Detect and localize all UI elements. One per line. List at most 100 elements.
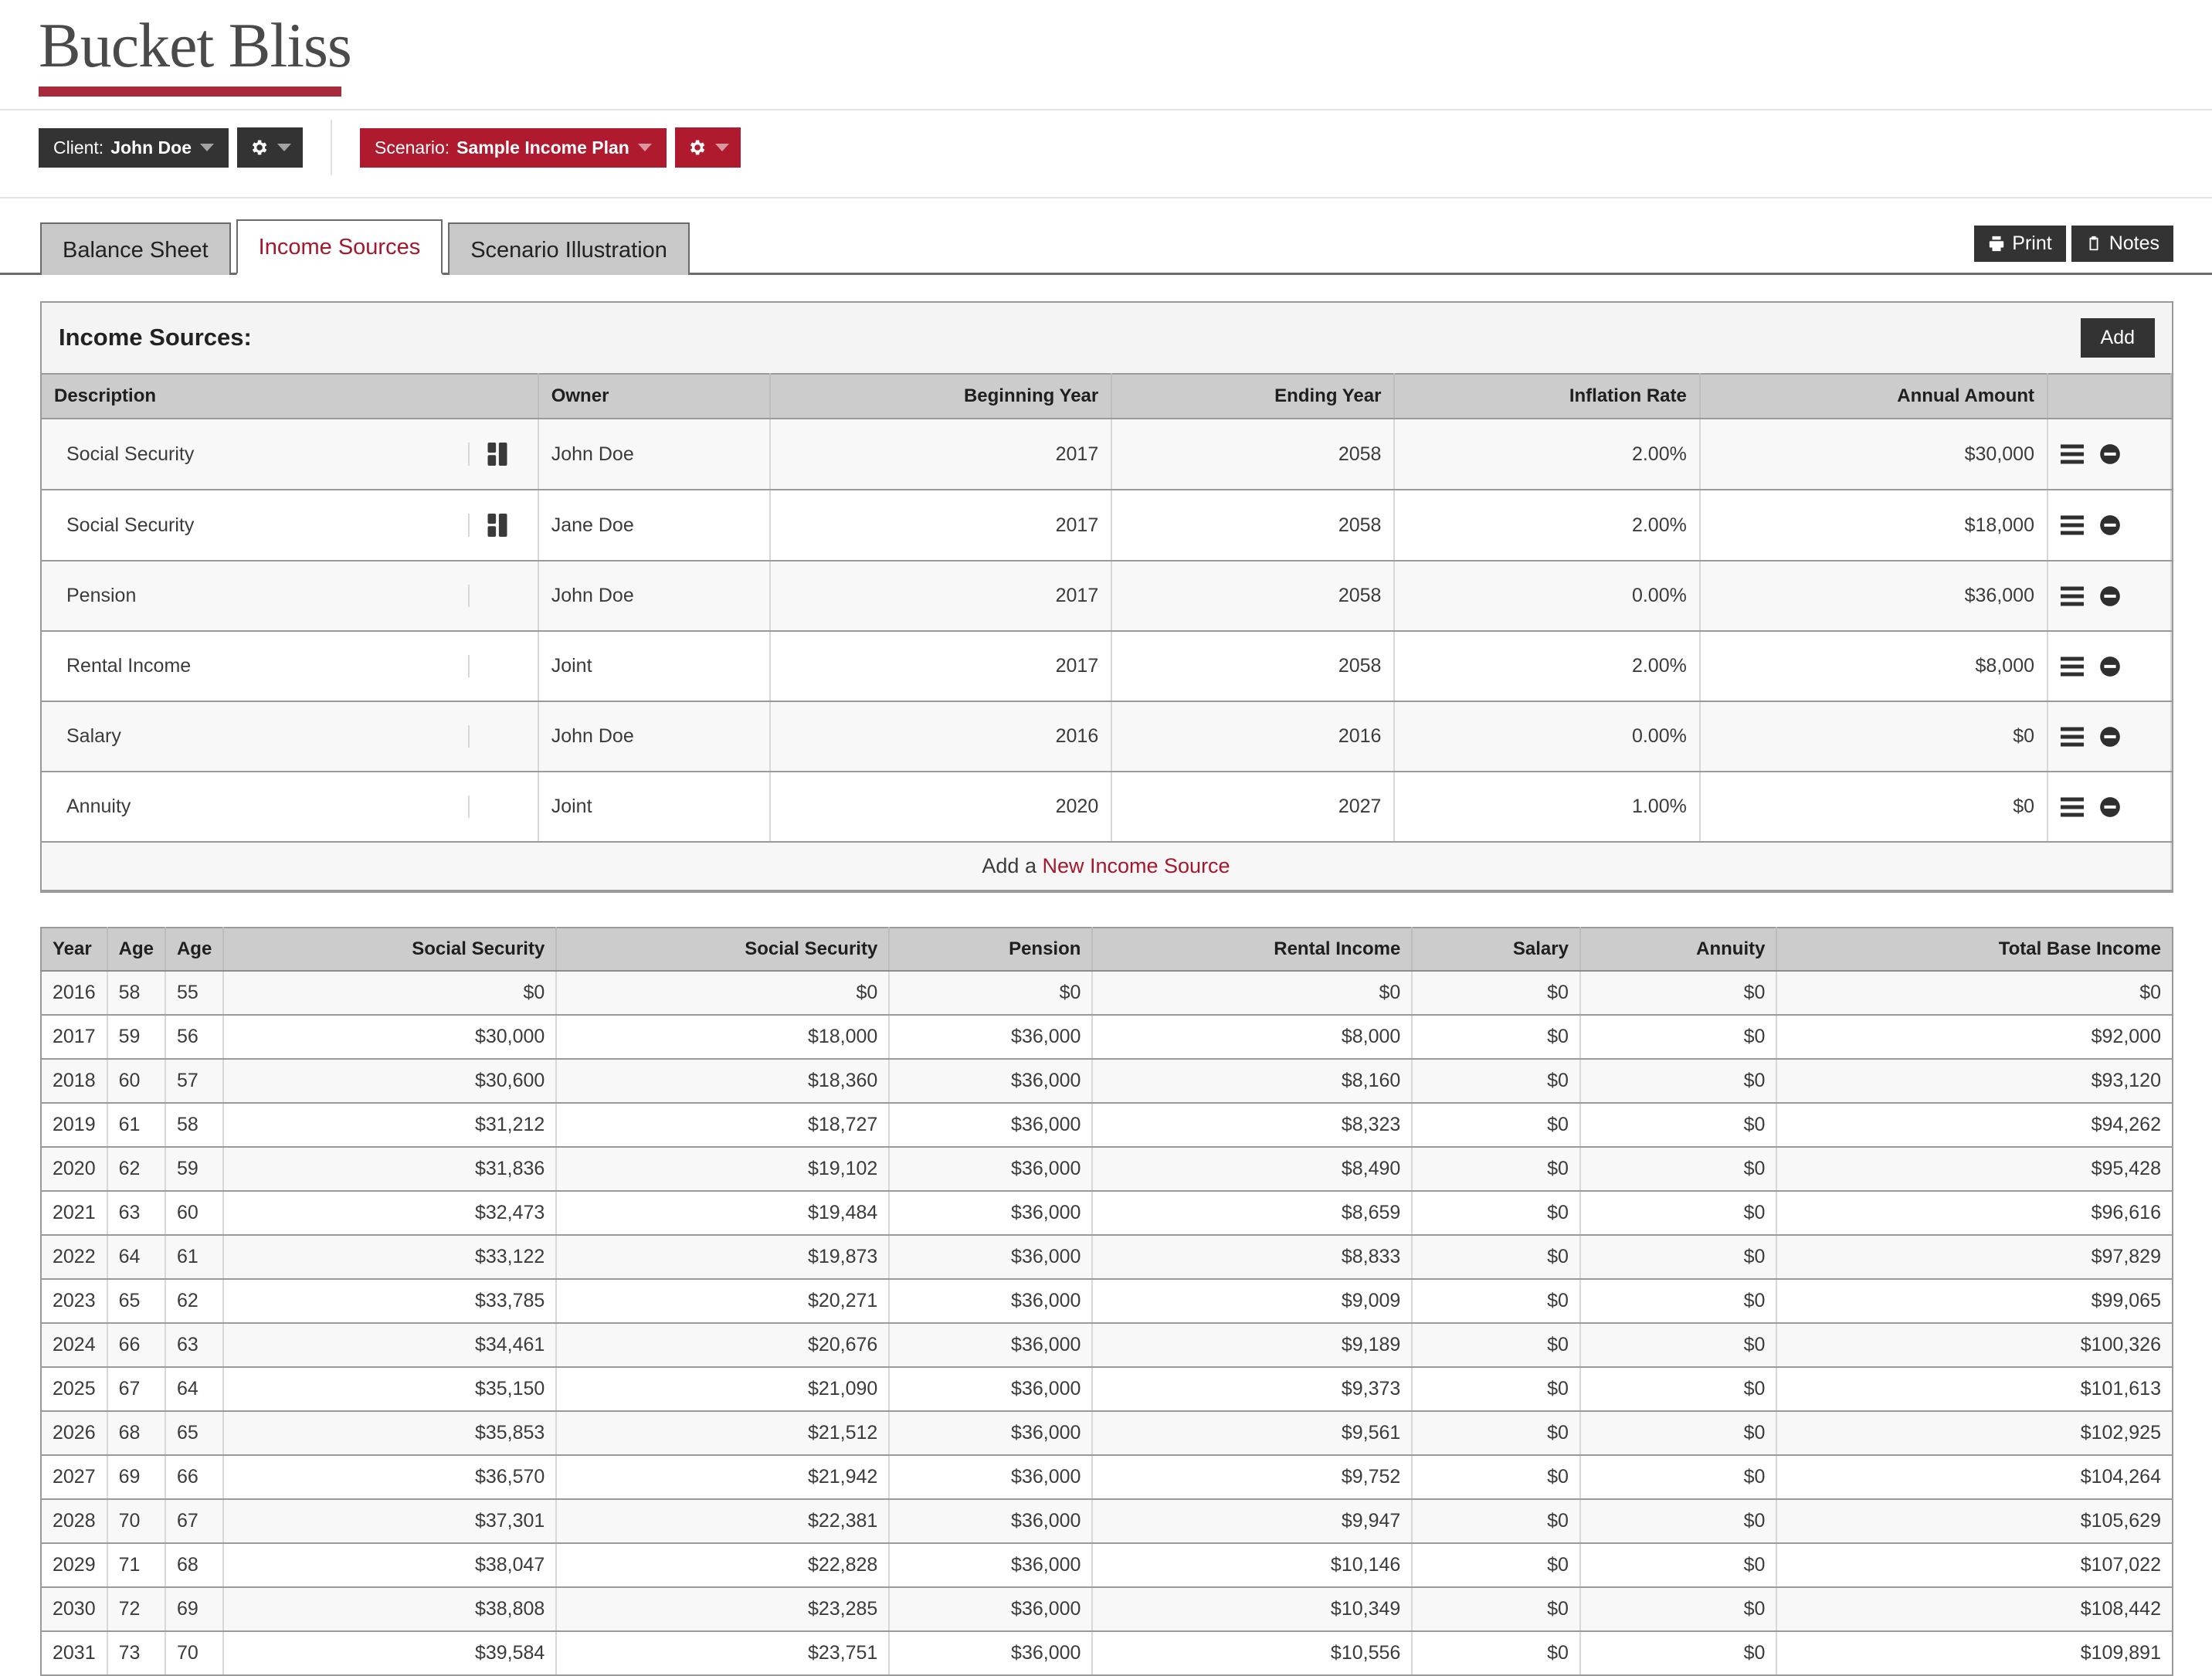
projection-cell: $108,442 — [1776, 1587, 2173, 1631]
projection-cell: $0 — [1412, 1191, 1580, 1235]
projection-cell: $94,262 — [1776, 1103, 2173, 1147]
projection-cell: $92,000 — [1776, 1015, 2173, 1059]
projection-cell: $0 — [1412, 1631, 1580, 1675]
cell-ending-year: 2058 — [1111, 561, 1394, 631]
projection-cell: $0 — [1412, 971, 1580, 1015]
bars-icon[interactable] — [2061, 586, 2084, 606]
income-source-row[interactable]: Social SecurityJohn Doe201720582.00%$30,… — [42, 419, 2171, 490]
projection-cell: $36,000 — [889, 1015, 1092, 1059]
projection-row: 20276966$36,570$21,942$36,000$9,752$0$0$… — [41, 1455, 2173, 1499]
projection-cell: $0 — [1776, 971, 2173, 1015]
notes-button[interactable]: Notes — [2071, 226, 2173, 262]
cell-row-actions — [2047, 631, 2171, 701]
calculator-icon-placeholder — [468, 585, 525, 607]
projection-tbody: 20165855$0$0$0$0$0$0$020175956$30,000$18… — [41, 971, 2173, 1675]
projection-cell: $22,828 — [556, 1543, 889, 1587]
calculator-icon-placeholder — [468, 725, 525, 748]
projection-cell: $0 — [223, 971, 556, 1015]
projection-cell: $36,000 — [889, 1499, 1092, 1543]
client-settings-button[interactable] — [237, 127, 303, 168]
projection-cell: $0 — [1580, 971, 1777, 1015]
projection-cell: $8,323 — [1092, 1103, 1412, 1147]
projection-row: 20297168$38,047$22,828$36,000$10,146$0$0… — [41, 1543, 2173, 1587]
projection-cell: $36,000 — [889, 1279, 1092, 1323]
bars-icon[interactable] — [2061, 656, 2084, 677]
minus-circle-icon[interactable] — [2099, 656, 2121, 677]
projection-cell: 2031 — [41, 1631, 107, 1675]
income-source-description: Social Security — [66, 514, 194, 537]
minus-circle-icon[interactable] — [2099, 585, 2121, 607]
projection-cell: $8,659 — [1092, 1191, 1412, 1235]
chevron-down-icon — [638, 144, 652, 151]
bars-icon[interactable] — [2061, 797, 2084, 817]
projection-cell: $0 — [1580, 1411, 1777, 1455]
tab-income-sources[interactable]: Income Sources — [236, 219, 443, 275]
scenario-selector-button[interactable]: Scenario: Sample Income Plan — [360, 128, 667, 168]
add-income-source-button[interactable]: Add — [2081, 318, 2155, 358]
proj-col-header-7-salary: Salary — [1412, 928, 1580, 971]
income-source-row[interactable]: AnnuityJoint202020271.00%$0 — [42, 772, 2171, 842]
projection-row: 20236562$33,785$20,271$36,000$9,009$0$0$… — [41, 1279, 2173, 1323]
income-source-row[interactable]: Rental IncomeJoint201720582.00%$8,000 — [42, 631, 2171, 701]
projection-cell: $36,000 — [889, 1103, 1092, 1147]
new-income-source-link[interactable]: New Income Source — [1042, 854, 1230, 877]
projection-cell: 67 — [165, 1499, 223, 1543]
print-button[interactable]: Print — [1974, 226, 2065, 262]
tab-bar: Balance SheetIncome SourcesScenario Illu… — [0, 198, 2212, 275]
projection-cell: $95,428 — [1776, 1147, 2173, 1191]
projection-cell: $19,873 — [556, 1235, 889, 1279]
tab-scenario-illustration[interactable]: Scenario Illustration — [448, 222, 690, 275]
cell-annual-amount: $18,000 — [1700, 490, 2047, 561]
projection-cell: 2022 — [41, 1235, 107, 1279]
income-sources-panel: Income Sources: Add DescriptionOwnerBegi… — [40, 301, 2173, 893]
calculator-icon[interactable] — [468, 443, 525, 466]
projection-cell: 2020 — [41, 1147, 107, 1191]
projection-cell: $22,381 — [556, 1499, 889, 1543]
cell-owner: Jane Doe — [538, 490, 770, 561]
minus-circle-icon[interactable] — [2099, 726, 2121, 748]
cell-owner: John Doe — [538, 419, 770, 490]
proj-col-header-8-annuity: Annuity — [1580, 928, 1777, 971]
cell-owner: John Doe — [538, 561, 770, 631]
projection-cell: $19,102 — [556, 1147, 889, 1191]
projection-cell: $34,461 — [223, 1323, 556, 1367]
projection-cell: $9,189 — [1092, 1323, 1412, 1367]
projection-cell: $20,676 — [556, 1323, 889, 1367]
projection-cell: $36,000 — [889, 1455, 1092, 1499]
projection-cell: 60 — [107, 1059, 165, 1103]
cell-inflation-rate: 1.00% — [1394, 772, 1699, 842]
income-source-row[interactable]: Social SecurityJane Doe201720582.00%$18,… — [42, 490, 2171, 561]
minus-circle-icon[interactable] — [2099, 796, 2121, 818]
minus-circle-icon[interactable] — [2099, 514, 2121, 536]
cell-description: Salary — [42, 701, 538, 772]
cell-annual-amount: $30,000 — [1700, 419, 2047, 490]
projection-row: 20175956$30,000$18,000$36,000$8,000$0$0$… — [41, 1015, 2173, 1059]
bars-icon[interactable] — [2061, 727, 2084, 747]
projection-cell: 2026 — [41, 1411, 107, 1455]
context-toolbar: Client: John Doe Scenario: Sample Income… — [0, 110, 2212, 185]
cell-inflation-rate: 2.00% — [1394, 419, 1699, 490]
bars-icon[interactable] — [2061, 515, 2084, 535]
bars-icon[interactable] — [2061, 444, 2084, 464]
col-header-description: Description — [42, 374, 538, 419]
projection-cell: $0 — [1580, 1587, 1777, 1631]
income-source-row[interactable]: PensionJohn Doe201720580.00%$36,000 — [42, 561, 2171, 631]
calculator-icon[interactable] — [468, 514, 525, 537]
projection-cell: $36,000 — [889, 1147, 1092, 1191]
scenario-settings-button[interactable] — [675, 127, 741, 168]
projection-cell: $0 — [1580, 1367, 1777, 1411]
projection-row: 20266865$35,853$21,512$36,000$9,561$0$0$… — [41, 1411, 2173, 1455]
scenario-label: Scenario: — [375, 139, 450, 157]
cell-description: Annuity — [42, 772, 538, 842]
cell-inflation-rate: 0.00% — [1394, 561, 1699, 631]
projection-cell: $36,000 — [889, 1059, 1092, 1103]
projection-cell: $9,009 — [1092, 1279, 1412, 1323]
minus-circle-icon[interactable] — [2099, 443, 2121, 465]
add-new-source-row[interactable]: Add a New Income Source — [42, 842, 2171, 891]
projection-cell: $36,000 — [889, 1543, 1092, 1587]
projection-cell: $33,785 — [223, 1279, 556, 1323]
income-source-row[interactable]: SalaryJohn Doe201620160.00%$0 — [42, 701, 2171, 772]
tab-balance-sheet[interactable]: Balance Sheet — [40, 222, 231, 275]
projection-cell: $0 — [1412, 1455, 1580, 1499]
client-selector-button[interactable]: Client: John Doe — [39, 128, 229, 168]
